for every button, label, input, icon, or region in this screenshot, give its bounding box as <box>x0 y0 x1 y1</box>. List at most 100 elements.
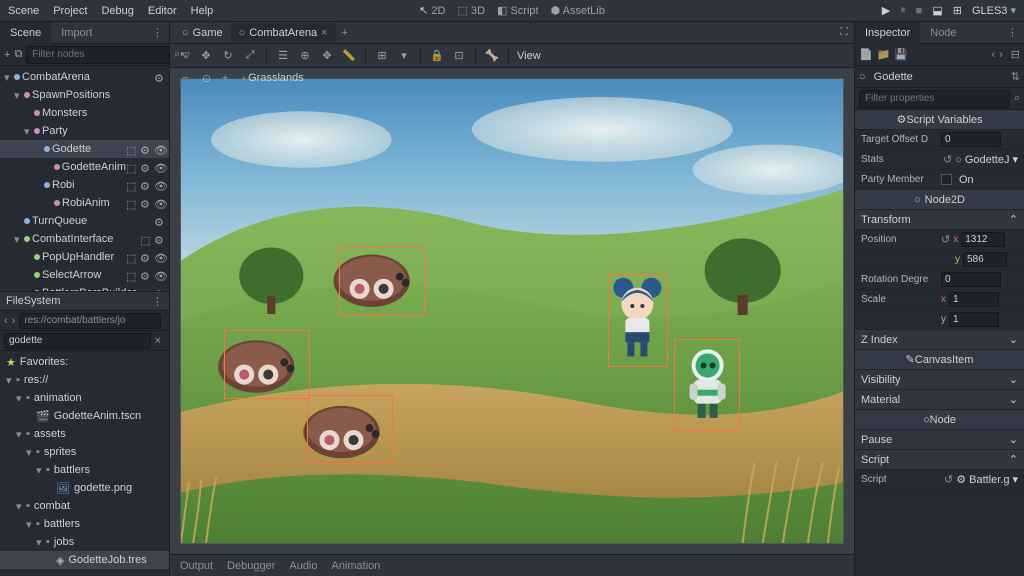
scene-dock-tab[interactable]: Scene <box>0 22 51 44</box>
tab-2d[interactable]: ↖ 2D <box>419 4 445 17</box>
scale-x-input[interactable] <box>949 292 999 307</box>
snap-toggle-icon[interactable]: ⊞ <box>374 48 390 64</box>
scene-tree-item[interactable]: Robi⬚⚙👁 <box>0 176 169 194</box>
scene-tree-item[interactable]: TurnQueue⚙ <box>0 212 169 230</box>
script-icon[interactable]: ⚙ <box>154 288 165 292</box>
filesystem-tree-item[interactable]: ▾▪res:// <box>0 371 169 389</box>
menu-debug[interactable]: Debug <box>101 5 133 17</box>
vis-icon[interactable]: 👁 <box>154 162 165 173</box>
inst-icon[interactable]: ⬚ <box>126 198 137 209</box>
viewport-2d[interactable]: − ⊙ + › Grasslands <box>170 68 854 554</box>
nav-fwd-icon[interactable]: › <box>12 315 16 327</box>
filesystem-tree-item[interactable]: ▾▪animation <box>0 389 169 407</box>
zoom-in-icon[interactable]: + <box>222 72 236 86</box>
party-member-checkbox[interactable] <box>941 174 952 185</box>
ruler-tool-icon[interactable]: 📏 <box>341 48 357 64</box>
scene-tree-item[interactable]: Godette⬚⚙👁 <box>0 140 169 158</box>
script-icon[interactable]: ⚙ <box>140 162 151 173</box>
filesystem-search-input[interactable] <box>4 333 151 349</box>
tab-3d[interactable]: ⬚ 3D <box>457 4 485 17</box>
nav-back-icon[interactable]: ‹ <box>4 315 8 327</box>
pan-tool-icon[interactable]: ✥ <box>319 48 335 64</box>
scene-tree-item[interactable]: ▾CombatArena⚙ <box>0 68 169 86</box>
position-y-input[interactable] <box>963 252 1007 267</box>
bone-icon[interactable]: 🦴 <box>484 48 500 64</box>
section-transform[interactable]: Transform⌃ <box>855 210 1024 230</box>
inst-icon[interactable]: ⬚ <box>140 234 151 245</box>
filesystem-tree-item[interactable]: ▾▪sprites <box>0 443 169 461</box>
distraction-free-icon[interactable]: ⛶ <box>834 26 854 39</box>
inspector-tab[interactable]: Inspector <box>855 22 920 44</box>
script-resource[interactable]: Battler.g <box>969 474 1009 486</box>
scene-tree-item[interactable]: SelectArrow⬚⚙👁 <box>0 266 169 284</box>
vis-icon[interactable]: 👁 <box>154 144 165 155</box>
section-visibility[interactable]: Visibility⌄ <box>855 370 1024 390</box>
rotation-input[interactable] <box>941 272 1001 287</box>
bottom-output[interactable]: Output <box>180 560 213 572</box>
bottom-audio[interactable]: Audio <box>289 560 317 572</box>
section-node2d[interactable]: ○Node2D <box>855 190 1024 210</box>
scene-tab-combatarena[interactable]: ○CombatArena× <box>231 23 336 43</box>
inst-icon[interactable]: ⬚ <box>126 252 137 263</box>
pause-icon[interactable]: ⏸ <box>900 4 906 17</box>
revert-icon[interactable]: ↺ <box>944 473 953 486</box>
bottom-debugger[interactable]: Debugger <box>227 560 275 572</box>
pivot-tool-icon[interactable]: ⊕ <box>297 48 313 64</box>
inst-icon[interactable]: ⬚ <box>140 288 151 292</box>
vis-icon[interactable]: 👁 <box>154 198 165 209</box>
add-node-icon[interactable]: + <box>4 49 10 61</box>
scene-tree-item[interactable]: ▾Party <box>0 122 169 140</box>
position-x-input[interactable] <box>961 232 1005 247</box>
zoom-reset-icon[interactable]: ⊙ <box>202 72 216 86</box>
filesystem-tree-item[interactable]: ▾▪assets <box>0 425 169 443</box>
history-menu-icon[interactable]: ⊟ <box>1011 48 1020 61</box>
move-tool-icon[interactable]: ✥ <box>198 48 214 64</box>
view-menu[interactable]: View <box>517 50 541 62</box>
scale-tool-icon[interactable]: ⤢ <box>242 48 258 64</box>
section-pause[interactable]: Pause⌄ <box>855 430 1024 450</box>
section-script[interactable]: Script⌃ <box>855 450 1024 470</box>
search-icon[interactable]: ⌕ <box>1014 92 1020 105</box>
add-scene-icon[interactable]: + <box>336 27 354 39</box>
section-script-variables[interactable]: ⚙ Script Variables <box>855 110 1024 130</box>
rotate-tool-icon[interactable]: ↻ <box>220 48 236 64</box>
select-tool-icon[interactable]: ↖ <box>176 48 192 64</box>
scale-y-input[interactable] <box>949 312 999 327</box>
filesystem-tree-item[interactable]: ▾▪battlers <box>0 515 169 533</box>
scene-filter-input[interactable] <box>26 46 170 64</box>
scene-tree-item[interactable]: BattlersBarsBuilder⬚⚙ <box>0 284 169 291</box>
filesystem-tree-item[interactable]: ▾▪combat <box>0 497 169 515</box>
scene-tree-item[interactable]: ▾SpawnPositions <box>0 86 169 104</box>
script-icon[interactable]: ⚙ <box>154 216 165 227</box>
inspector-filter-input[interactable] <box>859 90 1010 108</box>
resource-new-icon[interactable]: 📄 <box>859 48 873 61</box>
script-icon[interactable]: ⚙ <box>140 144 151 155</box>
play-scene-icon[interactable]: ⬓ <box>932 4 942 17</box>
revert-icon[interactable]: ↺ <box>943 153 952 166</box>
scene-tree-item[interactable]: GodetteAnim⬚⚙👁 <box>0 158 169 176</box>
revert-icon[interactable]: ↺ <box>941 233 950 246</box>
dock-menu-icon[interactable]: ⋮ <box>146 26 169 39</box>
lock-icon[interactable]: 🔒 <box>429 48 445 64</box>
resource-save-icon[interactable]: 💾 <box>894 48 908 61</box>
script-icon[interactable]: ⚙ <box>140 270 151 281</box>
import-dock-tab[interactable]: Import <box>51 22 102 44</box>
section-canvasitem[interactable]: ✎ CanvasItem <box>855 350 1024 370</box>
stats-resource[interactable]: GodetteJ <box>965 154 1010 166</box>
vis-icon[interactable]: 👁 <box>154 270 165 281</box>
scene-tree-item[interactable]: RobiAnim⬚⚙👁 <box>0 194 169 212</box>
bottom-animation[interactable]: Animation <box>332 560 381 572</box>
group-icon[interactable]: ⊡ <box>451 48 467 64</box>
script-icon[interactable]: ⚙ <box>140 180 151 191</box>
list-select-icon[interactable]: ☰ <box>275 48 291 64</box>
scene-tab-game[interactable]: ○Game <box>174 23 231 43</box>
inst-icon[interactable]: ⬚ <box>126 144 137 155</box>
script-icon[interactable]: ⚙ <box>140 198 151 209</box>
filesystem-tree-item[interactable]: ▾▪jobs <box>0 533 169 551</box>
stop-icon[interactable]: ■ <box>916 5 923 17</box>
play-icon[interactable]: ▶ <box>882 4 890 17</box>
filesystem-tree-item[interactable]: ▾▪battlers <box>0 461 169 479</box>
inst-icon[interactable]: ⬚ <box>126 180 137 191</box>
filesystem-tree-item[interactable]: 🖼godette.png <box>0 479 169 497</box>
renderer-dropdown[interactable]: GLES3 ▾ <box>972 4 1016 17</box>
